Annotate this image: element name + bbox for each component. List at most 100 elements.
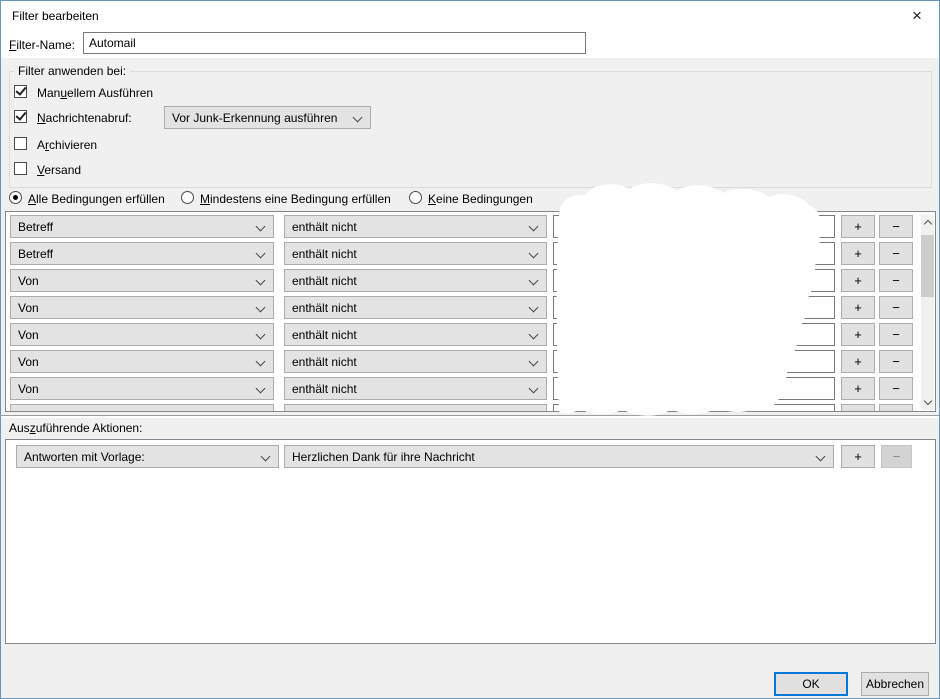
- condition-attribute-select[interactable]: Von: [10, 296, 274, 319]
- filter-condition-row: Von enthält nicht + −: [6, 296, 935, 323]
- chevron-down-icon: [255, 356, 266, 367]
- checkbox-getting-mail[interactable]: [14, 110, 27, 123]
- junk-timing-select[interactable]: Vor Junk-Erkennung ausführen: [164, 106, 371, 129]
- chevron-down-icon: [528, 383, 539, 394]
- scroll-down-button[interactable]: [921, 395, 934, 410]
- condition-attribute-select[interactable]: Von: [10, 323, 274, 346]
- filter-name-label: Filter-Name:: [9, 38, 76, 52]
- chevron-down-icon: [352, 112, 363, 123]
- condition-value-input[interactable]: [553, 350, 835, 373]
- action-value-select[interactable]: Herzlichen Dank für ihre Nachricht: [284, 445, 834, 468]
- chevron-down-icon: [528, 410, 539, 411]
- condition-operator-select[interactable]: enthält nicht: [284, 296, 547, 319]
- scrollbar-thumb[interactable]: [921, 235, 934, 297]
- condition-operator-select[interactable]: enthält nicht: [284, 269, 547, 292]
- chevron-down-icon: [528, 275, 539, 286]
- chevron-down-icon: [528, 302, 539, 313]
- radio-match-any-label: Mindestens eine Bedingung erfüllen: [200, 192, 391, 206]
- add-condition-button[interactable]: +: [841, 377, 875, 400]
- chevron-down-icon: [255, 221, 266, 232]
- remove-condition-button[interactable]: −: [879, 323, 913, 346]
- remove-action-button: −: [881, 445, 912, 468]
- condition-value-input[interactable]: [553, 296, 835, 319]
- condition-attribute-select[interactable]: Betreff: [10, 215, 274, 238]
- condition-attribute-select[interactable]: Von: [10, 269, 274, 292]
- ok-button[interactable]: OK: [774, 672, 848, 696]
- conditions-rows: Betreff enthält nicht + − Betreff enthäl…: [6, 213, 935, 411]
- remove-condition-button[interactable]: −: [879, 269, 913, 292]
- chevron-down-icon: [260, 451, 271, 462]
- pane-splitter: [1, 415, 939, 418]
- filter-condition-row: Von enthält nicht + −: [6, 269, 935, 296]
- add-action-button[interactable]: +: [841, 445, 875, 468]
- condition-value-input[interactable]: [553, 269, 835, 292]
- condition-operator-select[interactable]: enthält nicht: [284, 242, 547, 265]
- filter-condition-row: Betreff enthält nicht + −: [6, 215, 935, 242]
- add-condition-button[interactable]: +: [841, 404, 875, 411]
- edit-filter-dialog: Filter bearbeiten × Filter-Name: Automai…: [0, 0, 940, 699]
- scroll-up-button[interactable]: [921, 215, 934, 230]
- remove-condition-button[interactable]: −: [879, 404, 913, 411]
- condition-operator-select[interactable]: [284, 404, 547, 411]
- conditions-list: Betreff enthält nicht + − Betreff enthäl…: [5, 211, 936, 412]
- condition-value-input[interactable]: [553, 215, 835, 238]
- add-condition-button[interactable]: +: [841, 242, 875, 265]
- chevron-down-icon: [528, 356, 539, 367]
- remove-condition-button[interactable]: −: [879, 242, 913, 265]
- condition-operator-select[interactable]: enthält nicht: [284, 215, 547, 238]
- chevron-down-icon: [255, 302, 266, 313]
- add-condition-button[interactable]: +: [841, 215, 875, 238]
- add-condition-button[interactable]: +: [841, 350, 875, 373]
- filter-action-row: Antworten mit Vorlage: Herzlichen Dank f…: [6, 445, 935, 472]
- radio-match-all[interactable]: [9, 191, 22, 204]
- condition-attribute-select[interactable]: Betreff: [10, 242, 274, 265]
- add-condition-button[interactable]: +: [841, 296, 875, 319]
- filter-condition-row: Von enthält nicht + −: [6, 377, 935, 404]
- chevron-down-icon: [255, 410, 266, 411]
- checkbox-sending[interactable]: [14, 162, 27, 175]
- add-condition-button[interactable]: +: [841, 269, 875, 292]
- chevron-down-icon: [815, 451, 826, 462]
- filter-condition-row: Von enthält nicht + −: [6, 350, 935, 377]
- remove-condition-button[interactable]: −: [879, 350, 913, 373]
- condition-value-input[interactable]: [553, 323, 835, 346]
- condition-operator-select[interactable]: enthält nicht: [284, 377, 547, 400]
- remove-condition-button[interactable]: −: [879, 377, 913, 400]
- add-condition-button[interactable]: +: [841, 323, 875, 346]
- checkbox-archiving-label: Archivieren: [37, 138, 98, 152]
- condition-value-input[interactable]: [553, 404, 835, 411]
- radio-match-all-label: Alle Bedingungen erfüllen: [28, 192, 165, 206]
- filter-condition-row: Von enthält nicht + −: [6, 323, 935, 350]
- checkbox-manual-run[interactable]: [14, 85, 27, 98]
- checkbox-sending-label: Versand: [37, 163, 82, 177]
- checkbox-archiving[interactable]: [14, 137, 27, 150]
- conditions-scrollbar[interactable]: [921, 215, 934, 410]
- cancel-button[interactable]: Abbrechen: [861, 672, 929, 696]
- action-type-select[interactable]: Antworten mit Vorlage:: [16, 445, 279, 468]
- radio-match-none-label: Keine Bedingungen: [428, 192, 533, 206]
- chevron-down-icon: [528, 329, 539, 340]
- filter-name-input[interactable]: Automail: [83, 32, 586, 54]
- condition-attribute-select[interactable]: Von: [10, 377, 274, 400]
- chevron-down-icon: [255, 329, 266, 340]
- actions-rows: Antworten mit Vorlage: Herzlichen Dank f…: [6, 440, 935, 643]
- condition-operator-select[interactable]: enthält nicht: [284, 323, 547, 346]
- close-icon: ×: [912, 6, 922, 25]
- remove-condition-button[interactable]: −: [879, 215, 913, 238]
- radio-match-none[interactable]: [409, 191, 422, 204]
- condition-value-input[interactable]: [553, 242, 835, 265]
- condition-value-input[interactable]: [553, 377, 835, 400]
- condition-operator-select[interactable]: enthält nicht: [284, 350, 547, 373]
- actions-label: Auszuführende Aktionen:: [9, 421, 143, 435]
- condition-attribute-select[interactable]: [10, 404, 274, 411]
- checkbox-getting-mail-label: Nachrichtenabruf:: [37, 111, 132, 125]
- condition-attribute-select[interactable]: Von: [10, 350, 274, 373]
- chevron-down-icon: [923, 396, 932, 406]
- chevron-down-icon: [255, 383, 266, 394]
- chevron-down-icon: [255, 275, 266, 286]
- chevron-down-icon: [528, 248, 539, 259]
- remove-condition-button[interactable]: −: [879, 296, 913, 319]
- radio-match-any[interactable]: [181, 191, 194, 204]
- checkbox-manual-run-label: Manuellem Ausführen: [37, 86, 154, 100]
- close-button[interactable]: ×: [895, 1, 939, 31]
